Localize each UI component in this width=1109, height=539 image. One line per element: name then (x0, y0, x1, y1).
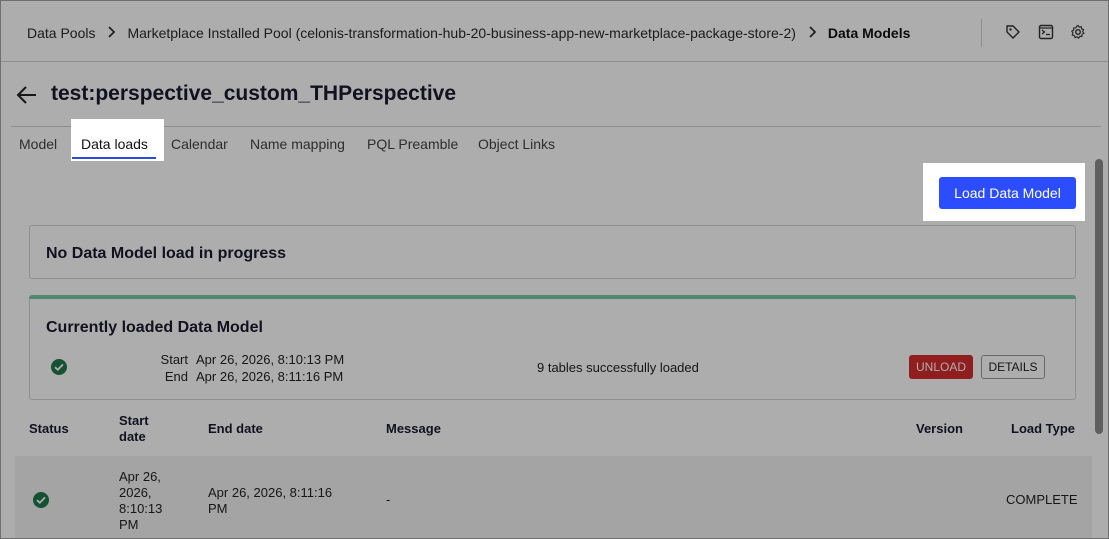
row-load-type: COMPLETE (1006, 492, 1078, 507)
tab-pql-preamble[interactable]: PQL Preamble (367, 136, 458, 152)
row-end-line1: Apr 26, 2026, 8:11:16 (208, 485, 333, 500)
gear-icon[interactable] (1069, 23, 1087, 41)
tables-loaded-message: 9 tables successfully loaded (537, 360, 699, 375)
load-data-model-button[interactable]: Load Data Model (939, 177, 1076, 209)
breadcrumb-data-models: Data Models (827, 25, 911, 41)
row-start-date: Apr 26, 2026, 8:10:13 PM (119, 469, 162, 533)
col-header-start-line2: date (119, 429, 146, 444)
start-label: Start (160, 352, 188, 367)
details-button[interactable]: DETAILS (981, 355, 1045, 379)
end-label: End (164, 369, 188, 384)
row-success-check-icon (32, 491, 50, 509)
breadcrumb: Data Pools Marketplace Installed Pool (c… (27, 25, 910, 41)
current-model-title: Currently loaded Data Model (46, 319, 263, 336)
chevron-right-icon (802, 25, 822, 41)
row-start-line1: Apr 26, (119, 469, 161, 484)
chevron-right-icon (101, 25, 121, 41)
breadcrumb-pool[interactable]: Marketplace Installed Pool (celonis-tran… (127, 25, 795, 41)
tab-data-loads[interactable]: Data loads (81, 136, 148, 152)
start-value: Apr 26, 2026, 8:10:13 PM (196, 352, 345, 367)
tab-model[interactable]: Model (19, 136, 57, 152)
back-arrow-icon[interactable] (15, 83, 39, 107)
unload-button[interactable]: UNLOAD (909, 355, 973, 379)
row-start-line4: PM (119, 517, 139, 532)
col-header-load-type: Load Type (1011, 421, 1076, 436)
title-divider (11, 126, 1101, 127)
tab-object-links[interactable]: Object Links (478, 136, 555, 152)
col-header-end-date: End date (208, 421, 263, 436)
page-title: test:perspective_custom_THPerspective (51, 82, 457, 105)
top-bar: Data Pools Marketplace Installed Pool (c… (1, 1, 1108, 62)
breadcrumb-data-pools[interactable]: Data Pools (27, 25, 95, 41)
tab-name-mapping[interactable]: Name mapping (250, 136, 345, 152)
content-scrollbar[interactable] (1095, 159, 1103, 434)
active-tab-indicator (72, 157, 156, 159)
tab-calendar[interactable]: Calendar (171, 136, 228, 152)
topbar-divider (981, 19, 982, 47)
row-message: - (386, 492, 391, 507)
end-value: Apr 26, 2026, 8:11:16 PM (196, 369, 344, 384)
success-check-icon (50, 358, 68, 376)
col-header-message: Message (386, 421, 441, 436)
table-row[interactable] (15, 456, 1092, 538)
col-header-status: Status (29, 421, 69, 436)
col-header-start-date: Start date (119, 413, 149, 445)
col-header-start-line1: Start (119, 413, 149, 428)
load-progress-card: No Data Model load in progress (29, 225, 1076, 279)
load-progress-title: No Data Model load in progress (46, 245, 287, 262)
app-window: Data Pools Marketplace Installed Pool (c… (0, 0, 1109, 539)
card-accent-bar (29, 295, 1076, 299)
row-start-line3: 8:10:13 (119, 501, 163, 516)
row-end-date: Apr 26, 2026, 8:11:16 PM (208, 485, 332, 517)
current-model-card: Currently loaded Data Model (29, 295, 1076, 400)
tag-icon[interactable] (1004, 23, 1022, 41)
row-end-line2: PM (208, 501, 228, 516)
row-start-line2: 2026, (119, 485, 152, 500)
terminal-icon[interactable] (1037, 23, 1055, 41)
col-header-version: Version (916, 421, 963, 436)
